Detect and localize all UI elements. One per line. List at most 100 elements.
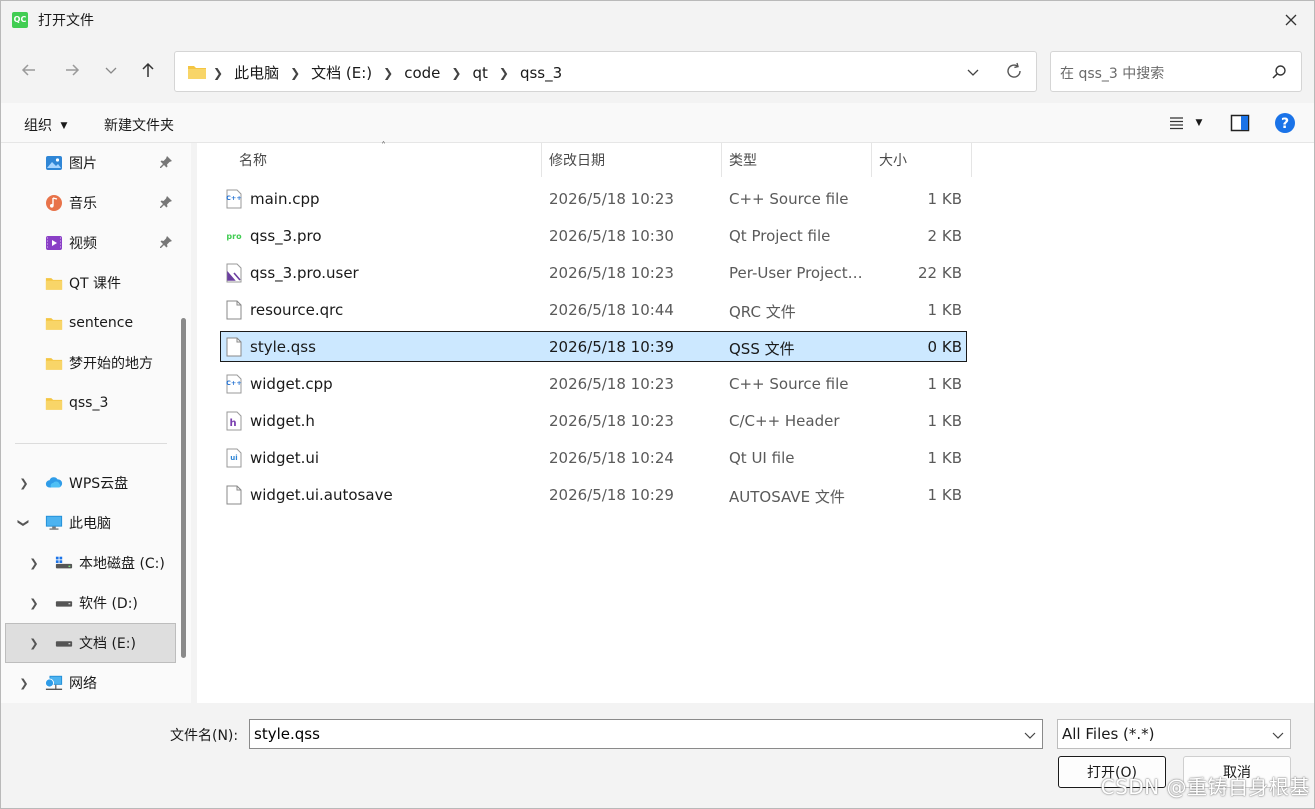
refresh-icon[interactable] bbox=[1004, 61, 1024, 81]
cpp-file-icon: C++ bbox=[226, 189, 242, 209]
sort-ascending-icon: ˄ bbox=[381, 141, 386, 152]
chevron-right-icon[interactable]: ❯ bbox=[18, 477, 30, 490]
chevron-right-icon[interactable]: ❯ bbox=[28, 597, 40, 610]
sidebar-item-wps-cloud[interactable]: WPS云盘 bbox=[45, 466, 128, 500]
file-type: Qt Project file bbox=[729, 227, 831, 245]
sidebar-item-dream-start[interactable]: 梦开始的地方 bbox=[45, 346, 153, 380]
pin-icon[interactable] bbox=[159, 195, 173, 209]
close-icon bbox=[1285, 14, 1297, 26]
sidebar-item-drive-e[interactable]: 文档 (E:) bbox=[55, 626, 136, 660]
up-button[interactable] bbox=[135, 57, 161, 83]
chevron-down-icon[interactable]: ❯ bbox=[18, 517, 31, 529]
column-header-name[interactable]: 名称 bbox=[239, 143, 267, 177]
svg-text:C++: C++ bbox=[226, 379, 242, 387]
title-bar: QC 打开文件 bbox=[1, 1, 1314, 39]
table-row[interactable]: ui widget.ui 2026/5/18 10:24 Qt UI file … bbox=[221, 443, 967, 473]
filename-input[interactable] bbox=[250, 720, 1020, 748]
table-row[interactable]: C++ widget.cpp 2026/5/18 10:23 C++ Sourc… bbox=[221, 369, 967, 399]
chevron-down-icon[interactable] bbox=[1023, 728, 1037, 742]
file-date: 2026/5/18 10:29 bbox=[549, 486, 674, 504]
forward-button[interactable] bbox=[59, 57, 85, 83]
computer-icon bbox=[45, 514, 63, 532]
column-separator[interactable] bbox=[971, 143, 972, 177]
file-size: 22 KB bbox=[918, 264, 962, 282]
sidebar-item-qss3[interactable]: qss_3 bbox=[45, 386, 108, 420]
chevron-down-icon bbox=[105, 67, 117, 74]
column-header-type[interactable]: 类型 bbox=[729, 143, 757, 177]
table-row[interactable]: C++ main.cpp 2026/5/18 10:23 C++ Source … bbox=[221, 184, 967, 214]
organize-button[interactable]: 组织 ▼ bbox=[24, 115, 67, 135]
qt-logo-icon: QC bbox=[12, 12, 28, 28]
sidebar-item-drive-d[interactable]: 软件 (D:) bbox=[55, 586, 138, 620]
pin-icon[interactable] bbox=[159, 235, 173, 249]
breadcrumb-item[interactable]: 此电脑 bbox=[234, 62, 279, 83]
breadcrumb-separator-icon[interactable]: ❯ bbox=[451, 66, 461, 80]
breadcrumb-separator-icon[interactable]: ❯ bbox=[290, 66, 300, 80]
sidebar-item-drive-c[interactable]: 本地磁盘 (C:) bbox=[55, 546, 165, 580]
chevron-right-icon[interactable]: ❯ bbox=[28, 637, 40, 650]
table-row[interactable]: resource.qrc 2026/5/18 10:44 QRC 文件 1 KB bbox=[221, 295, 967, 325]
close-button[interactable] bbox=[1280, 9, 1302, 31]
column-header-date[interactable]: 修改日期 bbox=[549, 143, 605, 177]
file-type: QSS 文件 bbox=[729, 340, 795, 358]
breadcrumb-item[interactable]: code bbox=[404, 64, 440, 82]
file-name: qss_3.pro bbox=[250, 227, 322, 245]
column-separator[interactable] bbox=[721, 143, 722, 177]
drive-icon bbox=[55, 634, 73, 652]
sidebar-item-sentence[interactable]: sentence bbox=[45, 306, 133, 340]
column-separator[interactable] bbox=[541, 143, 542, 177]
sidebar-item-network[interactable]: 网络 bbox=[45, 666, 97, 700]
table-row-selected[interactable]: style.qss 2026/5/18 10:39 QSS 文件 0 KB bbox=[220, 331, 967, 362]
breadcrumb-item[interactable]: qss_3 bbox=[520, 64, 562, 82]
sidebar-item-this-pc[interactable]: 此电脑 bbox=[45, 506, 111, 540]
file-size: 1 KB bbox=[927, 412, 962, 430]
view-options-button[interactable]: ▼ bbox=[1161, 111, 1209, 135]
sidebar-item-music[interactable]: 音乐 bbox=[45, 186, 97, 220]
file-name: qss_3.pro.user bbox=[250, 264, 359, 282]
table-row[interactable]: h widget.h 2026/5/18 10:23 C/C++ Header … bbox=[221, 406, 967, 436]
file-list: 名称 ˄ 修改日期 类型 大小 C++ main.cpp 2026/5/18 1… bbox=[197, 141, 1314, 703]
sidebar-item-label: 软件 (D:) bbox=[79, 596, 138, 612]
file-type: QRC 文件 bbox=[729, 303, 796, 321]
sidebar-item-label: 音乐 bbox=[69, 196, 97, 212]
new-folder-button[interactable]: 新建文件夹 bbox=[104, 115, 174, 135]
chevron-right-icon[interactable]: ❯ bbox=[18, 677, 30, 690]
sidebar-scrollbar[interactable] bbox=[181, 318, 186, 658]
file-name: widget.cpp bbox=[250, 375, 333, 393]
chevron-right-icon[interactable]: ❯ bbox=[28, 557, 40, 570]
preview-pane-button[interactable] bbox=[1228, 111, 1252, 135]
navigation-pane: 图片 音乐 视频 QT 课件 sentence 梦开始的地方 qss_3 ❯ W… bbox=[1, 143, 191, 703]
search-box[interactable]: 在 qss_3 中搜索 bbox=[1050, 51, 1302, 92]
address-dropdown-icon[interactable] bbox=[966, 65, 980, 79]
table-row[interactable]: qss_3.pro.user 2026/5/18 10:23 Per-User … bbox=[221, 258, 967, 288]
breadcrumb-separator-icon[interactable]: ❯ bbox=[213, 66, 223, 80]
filename-combobox[interactable] bbox=[249, 719, 1043, 749]
back-button[interactable] bbox=[16, 57, 42, 83]
file-type-select[interactable]: All Files (*.*) bbox=[1057, 719, 1291, 749]
search-input[interactable]: 在 qss_3 中搜索 bbox=[1060, 63, 1164, 83]
table-row[interactable]: pro qss_3.pro 2026/5/18 10:30 Qt Project… bbox=[221, 221, 967, 251]
filename-label: 文件名(N): bbox=[170, 728, 239, 744]
sidebar-item-pictures[interactable]: 图片 bbox=[45, 146, 97, 180]
sidebar-item-qt-courseware[interactable]: QT 课件 bbox=[45, 266, 121, 300]
address-bar[interactable]: ❯ 此电脑 ❯ 文档 (E:) ❯ code ❯ qt ❯ qss_3 bbox=[174, 51, 1037, 92]
table-row[interactable]: widget.ui.autosave 2026/5/18 10:29 AUTOS… bbox=[221, 480, 967, 510]
pin-icon[interactable] bbox=[159, 155, 173, 169]
pictures-icon bbox=[45, 154, 63, 172]
recent-locations-button[interactable] bbox=[98, 57, 124, 83]
breadcrumb-item[interactable]: 文档 (E:) bbox=[311, 62, 372, 83]
sidebar-item-label: QT 课件 bbox=[69, 276, 122, 292]
breadcrumb-separator-icon[interactable]: ❯ bbox=[499, 66, 509, 80]
drive-icon bbox=[55, 594, 73, 612]
sidebar-item-label: 文档 (E:) bbox=[79, 636, 136, 652]
help-button[interactable]: ? bbox=[1273, 111, 1297, 135]
sidebar-item-label: 本地磁盘 (C:) bbox=[79, 556, 165, 572]
file-date: 2026/5/18 10:39 bbox=[549, 338, 674, 356]
file-date: 2026/5/18 10:30 bbox=[549, 227, 674, 245]
file-type: C++ Source file bbox=[729, 190, 849, 208]
sidebar-item-videos[interactable]: 视频 bbox=[45, 226, 97, 260]
breadcrumb-separator-icon[interactable]: ❯ bbox=[383, 66, 393, 80]
breadcrumb-item[interactable]: qt bbox=[472, 64, 487, 82]
column-separator[interactable] bbox=[871, 143, 872, 177]
column-header-size[interactable]: 大小 bbox=[879, 143, 907, 177]
